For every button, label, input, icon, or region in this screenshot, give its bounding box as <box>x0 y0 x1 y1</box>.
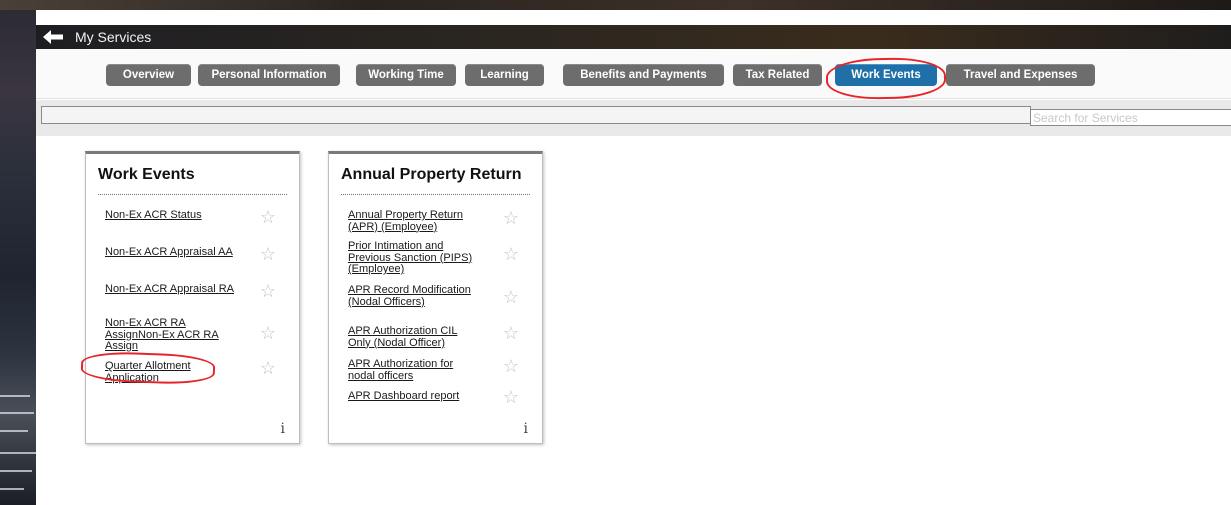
service-link-prior-intimation[interactable]: Prior Intimation and Previous Sanction (… <box>348 240 478 276</box>
star-outline-icon[interactable]: ☆ <box>503 324 519 342</box>
page-title: My Services <box>75 29 152 45</box>
service-link-non-ex-acr-status[interactable]: Non-Ex ACR Status <box>105 209 235 222</box>
card-annual-property-return: Annual Property Return Annual Property R… <box>328 151 543 444</box>
list-item: Annual Property Return (APR) (Employee) … <box>348 210 523 241</box>
tab-overview[interactable]: Overview <box>106 64 191 86</box>
card-title: Work Events <box>98 166 195 183</box>
divider <box>98 194 287 195</box>
service-link-apr-dashboard-report[interactable]: APR Dashboard report <box>348 390 478 403</box>
tab-tax-related[interactable]: Tax Related <box>733 64 822 86</box>
star-outline-icon[interactable]: ☆ <box>503 288 519 306</box>
service-link-quarter-allotment-application[interactable]: Quarter Allotment Application <box>105 360 235 384</box>
header-bar: My Services <box>36 25 1231 49</box>
service-list: Annual Property Return (APR) (Employee) … <box>348 210 523 408</box>
background-image <box>0 0 36 505</box>
tab-personal-information[interactable]: Personal Information <box>198 64 340 86</box>
star-outline-icon[interactable]: ☆ <box>260 359 276 377</box>
tab-learning[interactable]: Learning <box>465 64 544 86</box>
list-item: APR Dashboard report ☆ <box>348 388 523 408</box>
service-link-non-ex-acr-appraisal-ra[interactable]: Non-Ex ACR Appraisal RA <box>105 283 235 296</box>
service-link-apr-authorization-cil[interactable]: APR Authorization CIL Only (Nodal Office… <box>348 325 478 349</box>
service-link-apr-record-modification[interactable]: APR Record Modification (Nodal Officers) <box>348 284 478 308</box>
list-item: Quarter Allotment Application ☆ <box>105 359 280 391</box>
list-item: APR Record Modification (Nodal Officers)… <box>348 284 523 326</box>
list-item: APR Authorization for nodal officers ☆ <box>348 357 523 391</box>
search-input[interactable] <box>1030 109 1231 126</box>
info-icon[interactable]: i <box>281 421 285 437</box>
tab-bar: Overview Personal Information Working Ti… <box>36 49 1231 99</box>
card-title: Annual Property Return <box>341 166 522 183</box>
background-top <box>0 0 1231 10</box>
tab-travel-and-expenses[interactable]: Travel and Expenses <box>946 64 1095 86</box>
card-work-events: Work Events Non-Ex ACR Status ☆ Non-Ex A… <box>85 151 300 444</box>
tab-benefits-and-payments[interactable]: Benefits and Payments <box>563 64 724 86</box>
list-item: Non-Ex ACR Status ☆ <box>105 208 280 247</box>
list-item: APR Authorization CIL Only (Nodal Office… <box>348 324 523 359</box>
tab-working-time[interactable]: Working Time <box>356 64 456 86</box>
tab-work-events[interactable]: Work Events <box>835 64 937 86</box>
arrow-left-icon[interactable] <box>43 30 63 44</box>
star-outline-icon[interactable]: ☆ <box>503 245 519 263</box>
service-link-annual-property-return[interactable]: Annual Property Return (APR) (Employee) <box>348 210 478 233</box>
star-outline-icon[interactable]: ☆ <box>260 208 276 226</box>
service-list: Non-Ex ACR Status ☆ Non-Ex ACR Appraisal… <box>105 208 280 391</box>
service-link-apr-authorization-nodal[interactable]: APR Authorization for nodal officers <box>348 358 478 382</box>
list-item: Non-Ex ACR RA AssignNon-Ex ACR RA Assign… <box>105 317 280 361</box>
list-item: Non-Ex ACR Appraisal RA ☆ <box>105 282 280 318</box>
list-item: Non-Ex ACR Appraisal AA ☆ <box>105 245 280 284</box>
star-outline-icon[interactable]: ☆ <box>503 357 519 375</box>
search-track <box>41 106 1031 124</box>
info-icon[interactable]: i <box>524 421 528 437</box>
divider <box>341 194 530 195</box>
list-item: Prior Intimation and Previous Sanction (… <box>348 240 523 285</box>
star-outline-icon[interactable]: ☆ <box>503 210 519 227</box>
star-outline-icon[interactable]: ☆ <box>260 245 276 263</box>
star-outline-icon[interactable]: ☆ <box>260 282 276 300</box>
search-row <box>36 100 1231 136</box>
service-link-non-ex-acr-ra-assign[interactable]: Non-Ex ACR RA AssignNon-Ex ACR RA Assign <box>105 317 235 353</box>
star-outline-icon[interactable]: ☆ <box>260 324 276 342</box>
star-outline-icon[interactable]: ☆ <box>503 388 519 406</box>
service-link-non-ex-acr-appraisal-aa[interactable]: Non-Ex ACR Appraisal AA <box>105 246 235 259</box>
